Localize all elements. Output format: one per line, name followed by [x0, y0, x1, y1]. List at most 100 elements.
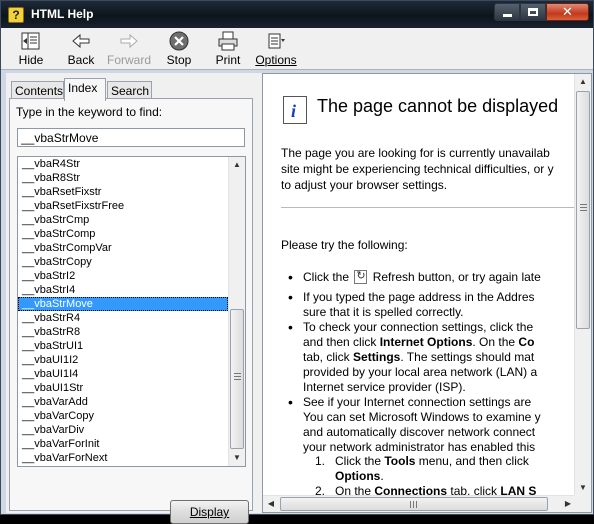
scroll-left-arrow-icon[interactable]: ◀: [263, 496, 279, 512]
divider: [281, 207, 576, 208]
bullet-text: sure that it is spelled correctly.: [303, 305, 464, 319]
forward-button[interactable]: Forward: [107, 31, 151, 69]
hide-button[interactable]: Hide: [14, 31, 48, 69]
hide-pane-icon: [20, 31, 42, 51]
steps-list: 1. Click the Tools menu, and then click …: [315, 454, 536, 496]
scroll-up-arrow-icon[interactable]: ▲: [575, 74, 591, 90]
scroll-thumb[interactable]: [576, 91, 590, 329]
list-item: 1. Click the Tools menu, and then click …: [315, 454, 536, 484]
close-button[interactable]: ✕: [546, 3, 589, 21]
title-bar[interactable]: ? HTML Help ✕: [1, 1, 593, 28]
list-item[interactable]: __vbaVarDiv: [18, 423, 228, 437]
intro-line: site might be experiencing technical dif…: [281, 162, 554, 176]
page-title: The page cannot be displayed: [317, 96, 559, 116]
minimize-button[interactable]: [494, 3, 520, 21]
list-item[interactable]: __vbaStrMove: [18, 297, 228, 311]
list-item[interactable]: __vbaUI1Str: [18, 381, 228, 395]
list-item[interactable]: __vbaRsetFixstrFree: [18, 199, 228, 213]
options-button[interactable]: Options: [255, 31, 297, 69]
scroll-up-arrow-icon[interactable]: ▲: [229, 157, 245, 173]
maximize-button[interactable]: [520, 3, 546, 21]
list-item[interactable]: __vbaStrUI1: [18, 339, 228, 353]
list-item[interactable]: __vbaR4Str: [18, 157, 228, 171]
minimize-icon: [502, 13, 512, 17]
bullet-text: provided by your local area network (LAN…: [303, 365, 538, 379]
print-label: Print: [215, 53, 241, 67]
bullet-text: Refresh button, or try again late: [369, 270, 541, 284]
list-item[interactable]: __vbaUI1I2: [18, 353, 228, 367]
toolbar: Hide Back Forward Stop Print Options: [1, 28, 593, 70]
bullet-text: and automatically discover network conne…: [303, 425, 536, 439]
print-button[interactable]: Print: [213, 31, 243, 69]
tab-index[interactable]: Index: [64, 78, 106, 101]
bullet-text: and then click Internet Options. On the …: [303, 335, 535, 349]
bullet-text: If you typed the page address in the Add…: [303, 290, 535, 304]
list-item[interactable]: __vbaStrCmp: [18, 213, 228, 227]
refresh-icon: [354, 269, 368, 284]
list-item[interactable]: __vbaUI1I4: [18, 367, 228, 381]
close-icon: ✕: [562, 4, 573, 19]
scroll-down-arrow-icon[interactable]: ▼: [229, 450, 245, 466]
forward-arrow-icon: [118, 31, 140, 51]
keyword-input[interactable]: [17, 128, 245, 147]
bullet-text: your network administrator has enabled t…: [303, 440, 536, 454]
index-list-scrollbar[interactable]: ▲ ▼: [228, 157, 245, 466]
maximize-icon: [528, 8, 538, 16]
options-icon: [265, 31, 287, 51]
index-list-items: __vbaR4Str __vbaR8Str __vbaRsetFixstr __vba…: [18, 157, 228, 465]
back-label: Back: [67, 53, 95, 67]
list-item: To check your connection settings, click…: [288, 320, 541, 395]
list-item[interactable]: __vbaStrI2: [18, 269, 228, 283]
bullet-text: tab, click Settings. The settings should…: [303, 350, 535, 364]
list-item[interactable]: __vbaStrR8: [18, 325, 228, 339]
scroll-corner: [574, 495, 591, 512]
forward-label: Forward: [107, 53, 152, 67]
intro-line: The page you are looking for is currentl…: [281, 146, 550, 160]
window-title: HTML Help: [31, 7, 94, 21]
bullet-text: Internet service provider (ISP).: [303, 380, 466, 394]
list-item: If you typed the page address in the Add…: [288, 290, 541, 320]
index-tab-panel: Type in the keyword to find: __vbaR4Str_…: [9, 98, 253, 524]
stop-icon: [168, 31, 190, 51]
list-item: See if your Internet connection settings…: [288, 395, 541, 455]
help-book-icon: ?: [8, 7, 24, 23]
info-icon: i: [283, 96, 307, 124]
list-item[interactable]: __vbaVarCopy: [18, 409, 228, 423]
navigation-pane: Contents Index Search Type in the keywor…: [6, 73, 256, 524]
list-item[interactable]: __vbaVarForInit: [18, 437, 228, 451]
bullet-text: See if your Internet connection settings…: [303, 395, 532, 409]
back-arrow-icon: [70, 31, 92, 51]
suggestion-list: Click the Refresh button, or try again l…: [288, 269, 541, 455]
list-item[interactable]: __vbaStrCompVar: [18, 241, 228, 255]
list-item[interactable]: __vbaVarAdd: [18, 395, 228, 409]
bullet-text: To check your connection settings, click…: [303, 320, 534, 334]
list-item[interactable]: __vbaStrR4: [18, 311, 228, 325]
topic-vertical-scrollbar[interactable]: ▲ ▼: [574, 74, 591, 496]
display-button[interactable]: Display: [170, 500, 249, 524]
topic-horizontal-scrollbar[interactable]: ◀ ▶: [263, 495, 576, 512]
printer-icon: [217, 31, 239, 51]
intro-text: The page you are looking for is currentl…: [281, 145, 554, 193]
scroll-down-arrow-icon[interactable]: ▼: [575, 480, 591, 496]
window-controls: ✕: [494, 3, 589, 23]
list-item[interactable]: __vbaStrComp: [18, 227, 228, 241]
list-item[interactable]: __vbaVarForNext: [18, 451, 228, 465]
list-item[interactable]: __vbaStrI4: [18, 283, 228, 297]
try-heading: Please try the following:: [281, 238, 408, 252]
step-number: 1.: [315, 454, 326, 468]
hide-label: Hide: [18, 53, 44, 67]
scroll-thumb[interactable]: [280, 497, 548, 511]
list-item[interactable]: __vbaStrCopy: [18, 255, 228, 269]
list-item[interactable]: __vbaR8Str: [18, 171, 228, 185]
list-item[interactable]: __vbaRsetFixstr: [18, 185, 228, 199]
intro-line: to adjust your browser settings.: [281, 178, 448, 192]
keyword-prompt: Type in the keyword to find:: [16, 105, 163, 119]
back-button[interactable]: Back: [64, 31, 98, 69]
html-help-window: ? HTML Help ✕ Hide Back Forward Stop Pri…: [0, 0, 594, 524]
stop-button[interactable]: Stop: [164, 31, 194, 69]
bullet-text: You can set Microsoft Windows to examine…: [303, 410, 541, 424]
step-text: Click the Tools menu, and then click: [335, 454, 529, 468]
scroll-thumb[interactable]: [230, 309, 244, 449]
index-list[interactable]: __vbaR4Str __vbaR8Str __vbaRsetFixstr __vba…: [17, 156, 246, 467]
bullet-text: Click the: [303, 270, 353, 284]
